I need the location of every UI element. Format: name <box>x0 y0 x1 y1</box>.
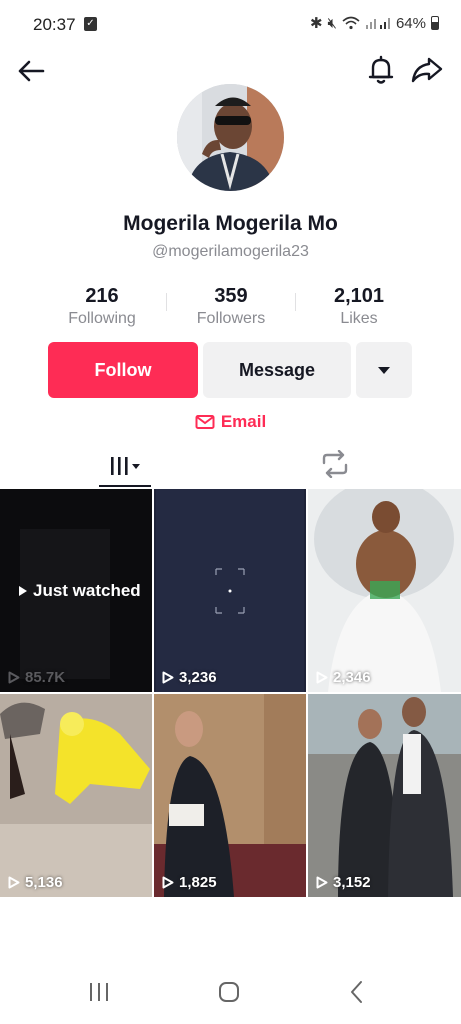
just-watched-badge: Just watched <box>18 581 141 601</box>
video-thumbnail-image <box>154 489 306 692</box>
view-count: 3,152 <box>316 874 371 891</box>
play-icon <box>8 671 20 684</box>
video-thumbnail-image <box>0 694 152 897</box>
stat-followers[interactable]: 359 Followers <box>166 285 296 328</box>
view-count: 1,825 <box>162 874 217 891</box>
back-button[interactable] <box>14 54 48 88</box>
video-thumbnail[interactable]: 5,136 <box>0 694 152 897</box>
play-icon <box>162 876 174 889</box>
view-count-value: 85.7K <box>25 669 66 686</box>
wifi-icon <box>342 16 360 30</box>
view-count-value: 5,136 <box>25 874 63 891</box>
message-button[interactable]: Message <box>203 342 351 398</box>
recent-apps-icon <box>90 983 108 1001</box>
home-button[interactable] <box>215 978 243 1006</box>
mute-icon: 🔇︎ <box>327 14 337 32</box>
video-thumbnail-image <box>308 489 461 692</box>
email-link[interactable]: Email <box>0 412 461 432</box>
video-thumbnail[interactable]: 1,825 <box>154 694 306 897</box>
status-bar: 20:37 ✓ ✱ 🔇︎ 64% <box>0 0 461 50</box>
video-thumbnail-image <box>154 694 306 897</box>
play-icon <box>316 876 328 889</box>
video-thumbnail[interactable]: 3,152 <box>308 694 461 897</box>
share-button[interactable] <box>409 53 445 87</box>
caret-down-icon <box>378 367 390 374</box>
view-count: 5,136 <box>8 874 63 891</box>
back-arrow-icon <box>18 60 45 82</box>
following-label: Following <box>68 310 136 327</box>
view-count-value: 2,346 <box>333 669 371 686</box>
view-count: 85.7K <box>8 669 65 686</box>
home-icon <box>219 982 239 1002</box>
display-name: Mogerila Mogerila Mo <box>123 212 338 235</box>
play-icon <box>19 586 27 596</box>
follow-button[interactable]: Follow <box>48 342 198 398</box>
play-icon <box>162 671 174 684</box>
following-count: 216 <box>85 285 119 307</box>
video-thumbnail-image <box>308 694 461 897</box>
system-back-button[interactable] <box>345 978 369 1006</box>
likes-label: Likes <box>340 310 378 327</box>
tab-indicator <box>99 485 151 487</box>
mail-icon <box>195 415 215 429</box>
view-count: 2,346 <box>316 669 371 686</box>
stat-following[interactable]: 216 Following <box>37 285 167 328</box>
more-options-button[interactable] <box>356 342 412 398</box>
view-count: 3,236 <box>162 669 217 686</box>
repost-icon <box>322 450 348 478</box>
recent-apps-button[interactable] <box>84 978 114 1006</box>
stat-likes[interactable]: 2,101 Likes <box>294 285 424 328</box>
battery-percent: 64% <box>395 14 426 32</box>
status-icons: ✱ 🔇︎ 64% <box>310 14 439 32</box>
video-thumbnail[interactable]: Just watched 85.7K <box>0 489 152 692</box>
tab-videos[interactable] <box>99 443 151 488</box>
notifications-button[interactable] <box>364 53 398 87</box>
followers-label: Followers <box>196 310 266 327</box>
bluetooth-icon: ✱ <box>309 15 323 32</box>
grid-icon <box>111 456 140 475</box>
just-watched-label: Just watched <box>33 581 141 600</box>
username: @mogerilamogerila23 <box>152 243 309 260</box>
status-time: 20:37 <box>33 15 76 34</box>
avatar-image <box>177 84 284 191</box>
video-thumbnail[interactable]: 3,236 <box>154 489 306 692</box>
view-count-value: 3,236 <box>179 669 217 686</box>
battery-icon <box>431 16 439 30</box>
play-icon <box>316 671 328 684</box>
notification-icon: ✓ <box>84 17 97 31</box>
play-icon <box>8 876 20 889</box>
view-count-value: 3,152 <box>333 874 371 891</box>
likes-count: 2,101 <box>333 285 385 307</box>
email-label: Email <box>220 412 267 431</box>
tab-reposts[interactable] <box>312 443 358 485</box>
avatar[interactable] <box>177 84 284 191</box>
nav-back-icon <box>351 981 362 1003</box>
share-icon <box>411 57 443 83</box>
video-thumbnail[interactable]: 2,346 <box>308 489 461 692</box>
view-count-value: 1,825 <box>179 874 217 891</box>
bell-icon <box>368 55 394 84</box>
signal-icon <box>365 18 390 29</box>
followers-count: 359 <box>214 285 248 307</box>
profile-stats: 216 Following 359 Followers 2,101 Likes <box>0 285 461 333</box>
